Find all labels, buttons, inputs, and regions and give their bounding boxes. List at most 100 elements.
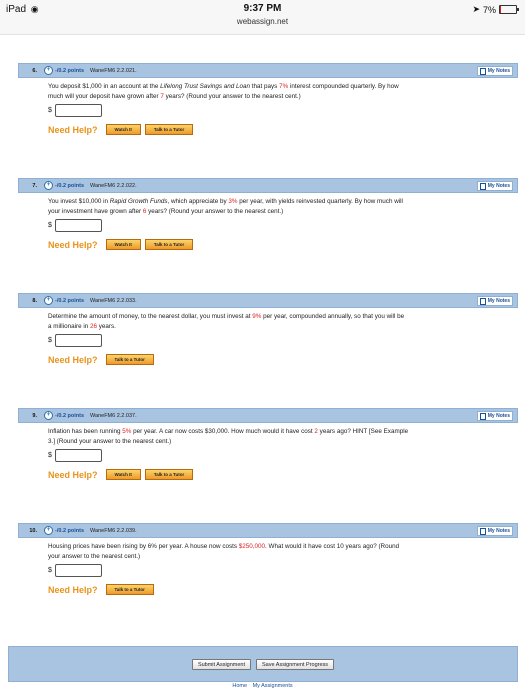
battery-group: ➤ 7%	[472, 4, 519, 15]
question-10: 10. + -/0.2 points WaneFM6 2.2.039. My Notes…	[18, 523, 518, 595]
my-notes-button[interactable]: My Notes	[476, 526, 513, 536]
my-notes-button[interactable]: My Notes	[476, 66, 513, 76]
need-help-label: Need Help?	[48, 584, 98, 595]
answer-row: $	[48, 104, 518, 117]
question-text: years? (Round your answer to the nearest…	[146, 208, 284, 215]
question-text: Determine the amount of money, to the ne…	[48, 313, 253, 320]
need-help-row: Need Help? Talk to a Tutor	[48, 354, 518, 365]
talk-to-tutor-button[interactable]: Talk to a Tutor	[105, 354, 154, 365]
talk-to-tutor-button[interactable]: Talk to a Tutor	[144, 469, 194, 480]
answer-input[interactable]	[54, 219, 102, 232]
talk-to-tutor-button[interactable]: Talk to a Tutor	[105, 584, 154, 595]
my-notes-button[interactable]: My Notes	[476, 181, 513, 191]
question-text: much will your deposit have grown after	[48, 93, 161, 100]
question-text: per year, with yields reinvested quarter…	[237, 198, 403, 205]
dollar-sign: $	[48, 106, 52, 114]
randomized-value: 26	[90, 323, 98, 330]
expand-plus-icon[interactable]: +	[44, 181, 53, 190]
question-text-line: Determine the amount of money, to the ne…	[48, 312, 518, 322]
question-body: Determine the amount of money, to the ne…	[18, 308, 518, 365]
my-notes-button[interactable]: My Notes	[476, 411, 513, 421]
question-text-line: You invest $10,000 in Rapid Growth Funds…	[48, 197, 518, 207]
answer-input[interactable]	[54, 334, 102, 347]
question-text: interest compounded quarterly. By how	[288, 83, 399, 90]
randomized-value: 5%	[122, 428, 132, 435]
answer-input[interactable]	[54, 104, 102, 117]
question-9: 9. + -/0.2 points WaneFM6 2.2.037. My Notes I…	[18, 408, 518, 480]
question-text: a millionaire in	[48, 323, 90, 330]
randomized-value: $250,000	[238, 543, 266, 550]
answer-input[interactable]	[54, 564, 102, 577]
question-header: 8. + -/0.2 points WaneFM6 2.2.033. My Notes	[18, 293, 518, 308]
my-notes-label: My Notes	[487, 413, 510, 419]
question-points: -/0.2 points	[55, 297, 85, 304]
answer-row: $	[48, 449, 518, 462]
answer-row: $	[48, 219, 518, 232]
question-text: , which appreciate by	[167, 198, 229, 205]
need-help-label: Need Help?	[48, 469, 98, 480]
url-bar[interactable]: webassign.net	[0, 17, 525, 26]
expand-plus-icon[interactable]: +	[44, 526, 53, 535]
my-notes-label: My Notes	[487, 183, 510, 189]
question-8: 8. + -/0.2 points WaneFM6 2.2.033. My Notes D…	[18, 293, 518, 365]
question-text-line: Housing prices have been rising by 6% pe…	[48, 542, 518, 552]
need-help-row: Need Help? Watch It Talk to a Tutor	[48, 239, 518, 250]
question-text: Inflation has been running	[48, 428, 123, 435]
home-link[interactable]: Home	[232, 683, 247, 689]
question-points: -/0.2 points	[55, 67, 85, 74]
question-number: 9.	[32, 412, 37, 419]
question-header: 9. + -/0.2 points WaneFM6 2.2.037. My Notes	[18, 408, 518, 423]
question-text-line: You deposit $1,000 in an account at the …	[48, 82, 518, 92]
question-text-line: 3.] (Round your answer to the nearest ce…	[48, 437, 518, 447]
question-text: years.	[97, 323, 116, 330]
expand-plus-icon[interactable]: +	[44, 66, 53, 75]
question-reference: WaneFM6 2.2.033.	[90, 297, 137, 304]
expand-plus-icon[interactable]: +	[44, 296, 53, 305]
question-text-line: your investment have grown after 6 years…	[48, 207, 518, 217]
question-text: that pays	[250, 83, 280, 90]
my-assignments-link[interactable]: My Assignments	[253, 683, 293, 689]
question-points: -/0.2 points	[55, 182, 85, 189]
question-text: your answer to the nearest cent.)	[48, 553, 141, 560]
dollar-sign: $	[48, 566, 52, 574]
dollar-sign: $	[48, 221, 52, 229]
question-text: per year. A car now costs $30,000. How m…	[131, 428, 315, 435]
question-text-line: your answer to the nearest cent.)	[48, 552, 518, 562]
question-body: You deposit $1,000 in an account at the …	[18, 78, 518, 135]
question-header: 10. + -/0.2 points WaneFM6 2.2.039. My Notes	[18, 523, 518, 538]
need-help-label: Need Help?	[48, 354, 98, 365]
answer-row: $	[48, 564, 518, 577]
watch-it-button[interactable]: Watch It	[105, 469, 141, 480]
question-text: You deposit $1,000 in an account at the	[48, 83, 161, 90]
my-notes-label: My Notes	[487, 528, 510, 534]
question-text: . What would it have cost 10 years ago? …	[265, 543, 400, 550]
need-help-label: Need Help?	[48, 239, 98, 250]
dollar-sign: $	[48, 336, 52, 344]
watch-it-button[interactable]: Watch It	[105, 239, 141, 250]
notebook-icon	[479, 527, 486, 535]
question-text: Housing prices have been rising by 6% pe…	[48, 543, 239, 550]
question-body: Inflation has been running 5% per year. …	[18, 423, 518, 480]
watch-it-button[interactable]: Watch It	[105, 124, 141, 135]
italic-term: Rapid Growth Funds	[109, 198, 168, 205]
assignment-footer-bar: Submit Assignment Save Assignment Progre…	[8, 646, 518, 682]
question-text: per year, compounded annually, so that y…	[261, 313, 405, 320]
need-help-row: Need Help? Watch It Talk to a Tutor	[48, 124, 518, 135]
clock: 9:37 PM	[243, 3, 282, 14]
talk-to-tutor-button[interactable]: Talk to a Tutor	[144, 239, 194, 250]
my-notes-button[interactable]: My Notes	[476, 296, 513, 306]
question-points: -/0.2 points	[55, 527, 85, 534]
need-help-row: Need Help? Watch It Talk to a Tutor	[48, 469, 518, 480]
need-help-row: Need Help? Talk to a Tutor	[48, 584, 518, 595]
submit-assignment-button[interactable]: Submit Assignment	[191, 659, 252, 670]
battery-percent: 7%	[482, 4, 496, 15]
talk-to-tutor-button[interactable]: Talk to a Tutor	[144, 124, 194, 135]
answer-input[interactable]	[54, 449, 102, 462]
save-progress-button[interactable]: Save Assignment Progress	[256, 659, 335, 670]
question-reference: WaneFM6 2.2.037.	[90, 412, 137, 419]
question-6: 6. + -/0.2 points WaneFM6 2.2.021. My Notes Y…	[18, 63, 518, 135]
dollar-sign: $	[48, 451, 52, 459]
answer-row: $	[48, 334, 518, 347]
question-number: 6.	[32, 67, 37, 74]
expand-plus-icon[interactable]: +	[44, 411, 53, 420]
